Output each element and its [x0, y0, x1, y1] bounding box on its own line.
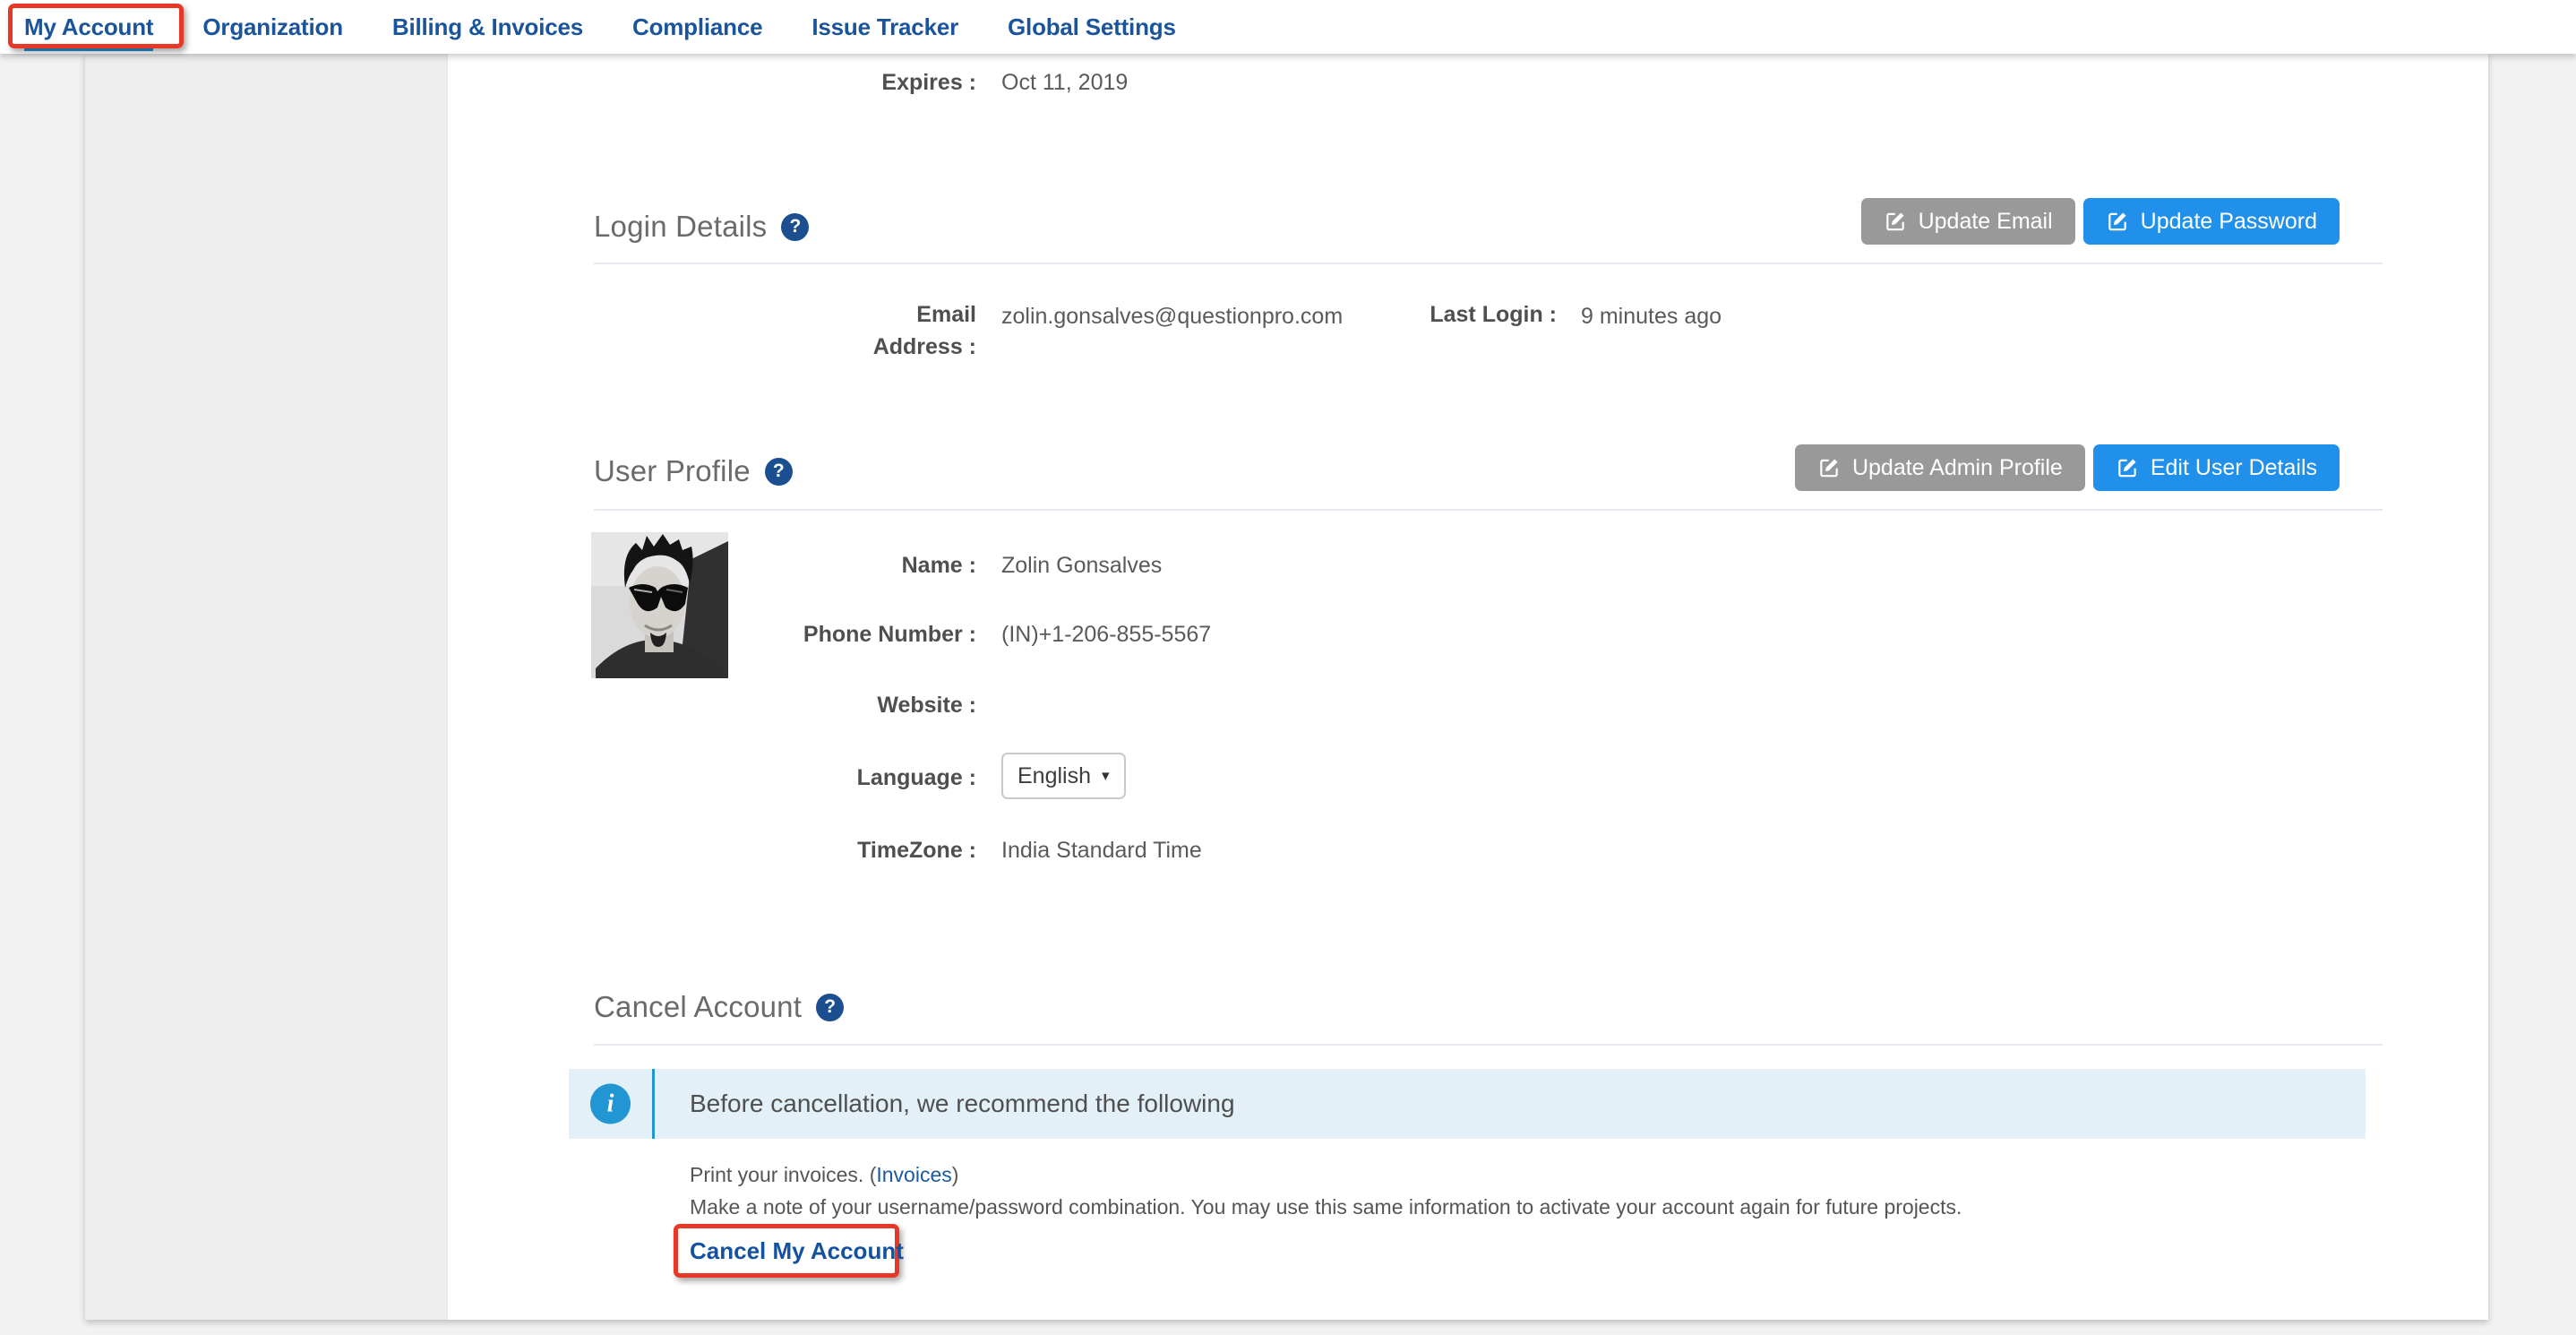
tab-my-account[interactable]: My Account	[24, 0, 153, 54]
name-label: Name :	[594, 549, 976, 581]
email-address-label: Email Address :	[833, 298, 976, 363]
update-email-button[interactable]: Update Email	[1861, 198, 2075, 245]
tab-organization[interactable]: Organization	[202, 0, 343, 54]
name-value: Zolin Gonsalves	[1001, 549, 1162, 581]
print-invoices-line: Print your invoices. (Invoices)	[690, 1159, 958, 1190]
update-admin-profile-button[interactable]: Update Admin Profile	[1795, 444, 2085, 491]
language-select[interactable]: English ▾	[1001, 753, 1126, 799]
timezone-label: TimeZone :	[594, 834, 976, 866]
cancel-account-help-icon[interactable]: ?	[816, 994, 844, 1021]
login-details-title: Login Details	[594, 210, 767, 244]
edit-icon	[1817, 456, 1841, 479]
tab-issue-tracker[interactable]: Issue Tracker	[811, 0, 958, 54]
expires-value: Oct 11, 2019	[1001, 66, 1128, 99]
update-admin-profile-label: Update Admin Profile	[1852, 455, 2063, 481]
chevron-down-icon: ▾	[1102, 767, 1110, 785]
edit-icon	[2106, 210, 2129, 233]
phone-number-value: (IN)+1-206-855-5567	[1001, 618, 1211, 650]
print-invoices-prefix: Print your invoices. (	[690, 1163, 876, 1186]
cancel-my-account-link[interactable]: Cancel My Account	[690, 1237, 904, 1265]
edit-user-details-button[interactable]: Edit User Details	[2093, 444, 2340, 491]
cancel-account-title: Cancel Account	[594, 990, 802, 1024]
last-login-value: 9 minutes ago	[1581, 300, 1722, 332]
section-divider	[594, 1044, 2383, 1046]
timezone-value: India Standard Time	[1001, 834, 1202, 866]
user-profile-title: User Profile	[594, 454, 751, 488]
print-invoices-suffix: )	[952, 1163, 959, 1186]
edit-user-details-label: Edit User Details	[2151, 455, 2317, 481]
language-label: Language :	[594, 762, 976, 794]
section-divider	[594, 509, 2383, 511]
cancellation-info-banner: i Before cancellation, we recommend the …	[569, 1069, 2366, 1139]
banner-accent-line	[652, 1069, 655, 1139]
login-details-help-icon[interactable]: ?	[781, 213, 809, 241]
phone-number-label: Phone Number :	[594, 618, 976, 650]
info-icon: i	[590, 1084, 631, 1124]
user-profile-help-icon[interactable]: ?	[765, 458, 793, 486]
sidebar-panel	[85, 54, 448, 1320]
update-email-label: Update Email	[1919, 209, 2053, 235]
top-navigation: My Account Organization Billing & Invoic…	[0, 0, 2576, 54]
edit-icon	[1884, 210, 1907, 233]
edit-icon	[2116, 456, 2139, 479]
update-password-button[interactable]: Update Password	[2083, 198, 2340, 245]
expires-label: Expires :	[708, 66, 976, 99]
update-password-label: Update Password	[2141, 209, 2317, 235]
website-label: Website :	[594, 689, 976, 721]
tab-compliance[interactable]: Compliance	[632, 0, 762, 54]
invoices-link[interactable]: Invoices	[876, 1163, 951, 1186]
tab-billing-invoices[interactable]: Billing & Invoices	[392, 0, 583, 54]
tab-global-settings[interactable]: Global Settings	[1008, 0, 1176, 54]
banner-text: Before cancellation, we recommend the fo…	[690, 1090, 1235, 1118]
last-login-label: Last Login :	[1413, 298, 1557, 331]
language-selected-value: English	[1018, 763, 1091, 789]
section-divider	[594, 263, 2383, 264]
email-address-value: zolin.gonsalves@questionpro.com	[1001, 300, 1343, 332]
username-password-note: Make a note of your username/password co…	[690, 1192, 2391, 1222]
